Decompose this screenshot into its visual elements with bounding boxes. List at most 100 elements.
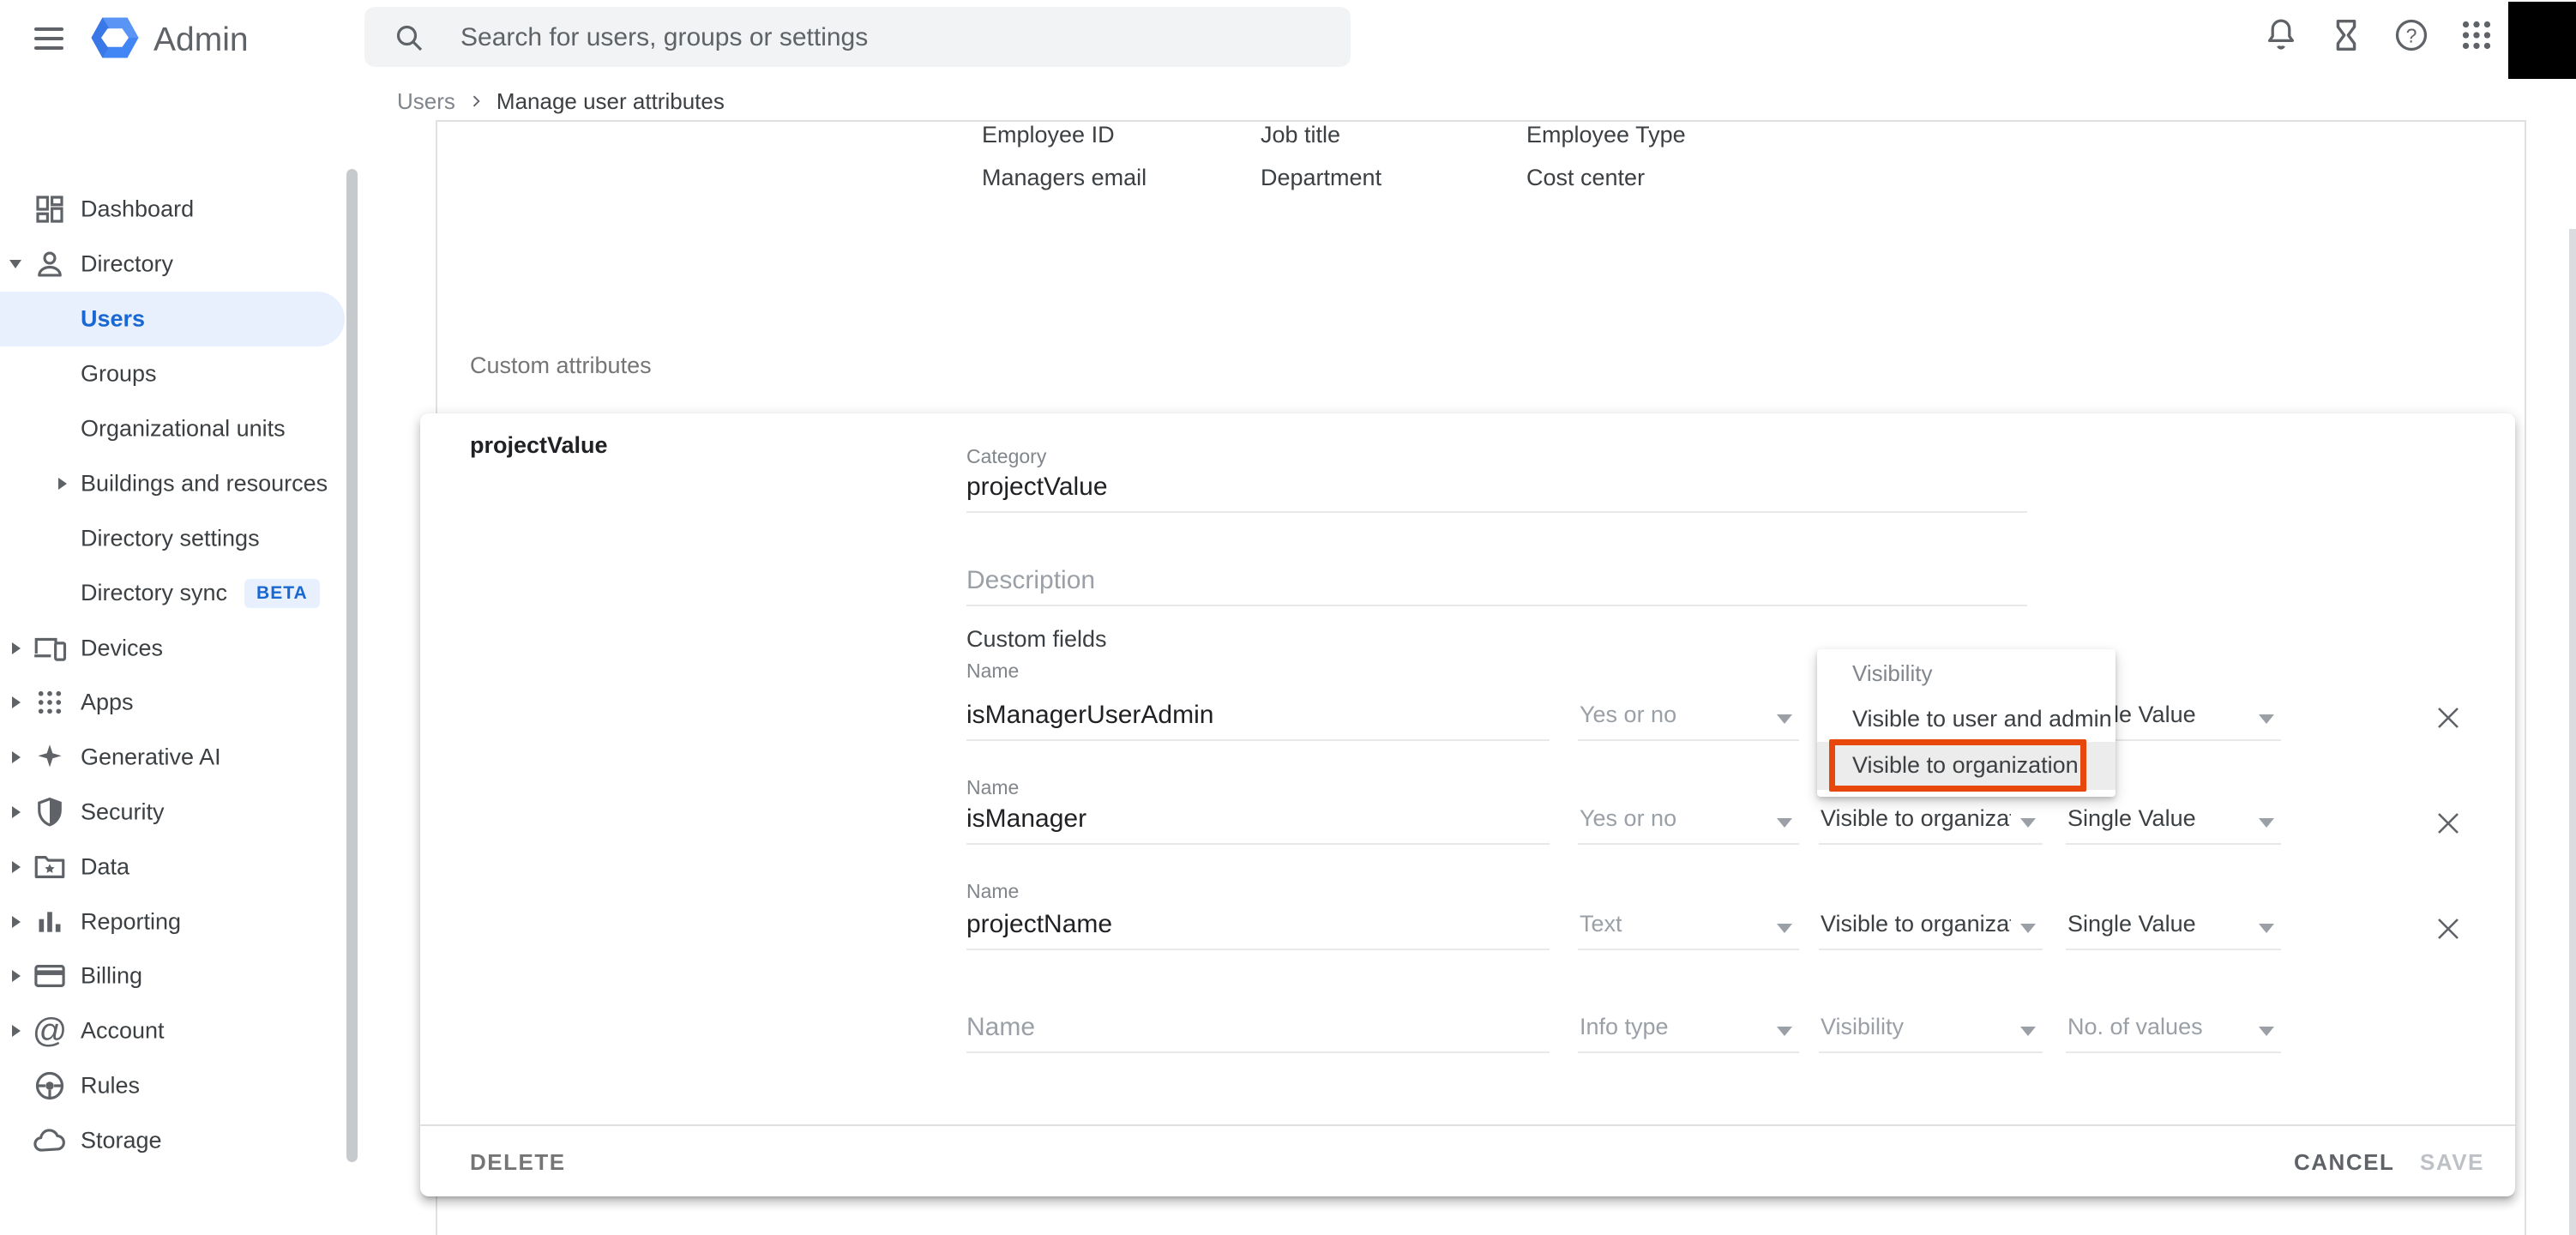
shield-icon (31, 793, 69, 831)
breadcrumb: Users Manage user attributes (397, 87, 725, 115)
sidebar-item-reporting[interactable]: Reporting (0, 895, 373, 949)
sidebar-item-directory-settings[interactable]: Directory settings (0, 511, 373, 566)
sidebar-item-buildings-and-resources[interactable]: Buildings and resources (0, 456, 373, 511)
folder-star-icon (31, 848, 69, 886)
app-header: Admin ? (0, 0, 2576, 82)
visibility-dropdown[interactable]: Visible to organizati… (1819, 904, 2043, 950)
sidebar-item-devices[interactable]: Devices (0, 621, 373, 676)
dropdown-arrow-icon (2020, 924, 2036, 933)
sidebar-item-dashboard[interactable]: Dashboard (0, 182, 373, 237)
sidebar-item-directory-sync[interactable]: Directory syncBETA (0, 566, 373, 621)
remove-field-button[interactable] (2427, 802, 2470, 845)
close-icon (2435, 916, 2461, 942)
chevron-right-icon[interactable] (12, 751, 21, 763)
visibility-dropdown[interactable]: Visibility (1819, 1007, 2043, 1053)
search-input[interactable] (459, 7, 1320, 69)
visibility-dropdown[interactable]: Visible to organizati… (1819, 798, 2043, 845)
chevron-right-icon[interactable] (12, 696, 21, 708)
sidebar-item-apps[interactable]: Apps (0, 675, 373, 730)
cancel-button[interactable]: CANCEL (2294, 1149, 2394, 1176)
field-label-managers-email: Managers email (982, 165, 1147, 191)
delete-button[interactable]: DELETE (470, 1149, 566, 1176)
bar-chart-icon (31, 903, 69, 941)
info-type-dropdown[interactable]: Yes or no (1578, 695, 1799, 741)
custom-field-name-input[interactable] (966, 691, 1550, 741)
sidebar-item-security[interactable]: Security (0, 785, 373, 840)
close-icon (2435, 705, 2461, 731)
dropdown-arrow-icon (2020, 1027, 2036, 1036)
remove-field-button[interactable] (2427, 907, 2470, 950)
sidebar-item-generative-ai[interactable]: Generative AI (0, 730, 373, 785)
chevron-right-icon[interactable] (12, 806, 21, 818)
values-dropdown[interactable]: Single Value (2066, 798, 2281, 845)
custom-field-name-input[interactable] (966, 901, 1550, 950)
hamburger-menu-icon[interactable] (34, 21, 63, 56)
values-dropdown[interactable]: Single Value (2066, 904, 2281, 950)
sidebar-item-storage[interactable]: Storage (0, 1113, 373, 1168)
close-icon (2435, 810, 2461, 836)
field-label-employee-id: Employee ID (982, 122, 1115, 148)
chevron-right-icon[interactable] (12, 970, 21, 982)
notifications-bell-icon[interactable] (2261, 15, 2301, 55)
custom-field-name-input[interactable] (966, 795, 1550, 845)
help-icon[interactable]: ? (2392, 15, 2431, 55)
highlight-annotation-box (1829, 739, 2086, 792)
info-type-dropdown[interactable]: Text (1578, 904, 1799, 950)
description-input[interactable] (966, 557, 2027, 606)
category-input[interactable] (966, 463, 2027, 513)
chevron-right-icon[interactable] (12, 642, 21, 654)
sidebar-item-organizational-units[interactable]: Organizational units (0, 401, 373, 456)
custom-field-name-input[interactable] (966, 1003, 1550, 1053)
edit-attribute-dialog: projectValue Category Custom fields Name… (420, 413, 2515, 1196)
sidebar-scrollbar[interactable] (346, 169, 358, 1162)
visibility-menu-header: Visibility (1852, 660, 1932, 687)
remove-field-button[interactable] (2427, 696, 2470, 739)
dropdown-arrow-icon (2259, 818, 2274, 828)
sidebar-item-data[interactable]: Data (0, 840, 373, 895)
beta-badge: BETA (244, 579, 320, 608)
attribute-name-title: projectValue (470, 432, 608, 459)
svg-text:?: ? (2406, 24, 2417, 46)
chevron-right-icon[interactable] (12, 916, 21, 928)
sidebar-item-billing[interactable]: Billing (0, 949, 373, 1003)
search-bar[interactable] (364, 7, 1351, 67)
field-label-employee-type: Employee Type (1526, 122, 1686, 148)
chevron-down-icon[interactable] (9, 260, 21, 268)
product-name: Admin (153, 21, 249, 59)
page-scrollbar[interactable] (2569, 229, 2576, 1235)
cloud-icon (31, 1122, 69, 1160)
sidebar-item-account[interactable]: @ Account (0, 1003, 373, 1058)
devices-icon (31, 630, 69, 667)
custom-fields-label: Custom fields (966, 626, 1107, 653)
field-label-department: Department (1261, 165, 1381, 191)
save-button[interactable]: SAVE (2420, 1149, 2484, 1176)
field-label-cost-center: Cost center (1526, 165, 1645, 191)
info-type-dropdown[interactable]: Yes or no (1578, 798, 1799, 845)
dashboard-icon (31, 190, 69, 228)
info-type-dropdown[interactable]: Info type (1578, 1007, 1799, 1053)
dropdown-arrow-icon (1777, 714, 1792, 724)
values-dropdown[interactable]: No. of values (2066, 1007, 2281, 1053)
tasks-hourglass-icon[interactable] (2326, 15, 2366, 55)
chevron-right-icon[interactable] (12, 1025, 21, 1037)
panel-right-border (2525, 120, 2526, 1235)
sidebar-item-groups[interactable]: Groups (0, 346, 373, 401)
breadcrumb-parent[interactable]: Users (397, 88, 455, 115)
name-label: Name (966, 880, 1019, 903)
dropdown-arrow-icon (2259, 924, 2274, 933)
sidebar-item-directory[interactable]: Directory (0, 237, 373, 292)
chevron-right-icon[interactable] (58, 478, 67, 490)
dropdown-arrow-icon (1777, 924, 1792, 933)
sidebar-item-rules[interactable]: Rules (0, 1058, 373, 1113)
panel-top-border (436, 120, 2525, 122)
sidebar-item-users[interactable]: Users (0, 292, 373, 346)
apps-grid-icon[interactable] (2457, 15, 2496, 55)
avatar[interactable] (2508, 2, 2576, 79)
menu-item-visible-to-user-and-admin[interactable]: Visible to user and admin (1852, 706, 2112, 732)
dropdown-arrow-icon (2259, 714, 2274, 724)
search-icon (392, 21, 426, 55)
chevron-right-icon[interactable] (12, 861, 21, 873)
person-icon (31, 245, 69, 283)
dropdown-arrow-icon (1777, 818, 1792, 828)
name-label: Name (966, 660, 1019, 683)
